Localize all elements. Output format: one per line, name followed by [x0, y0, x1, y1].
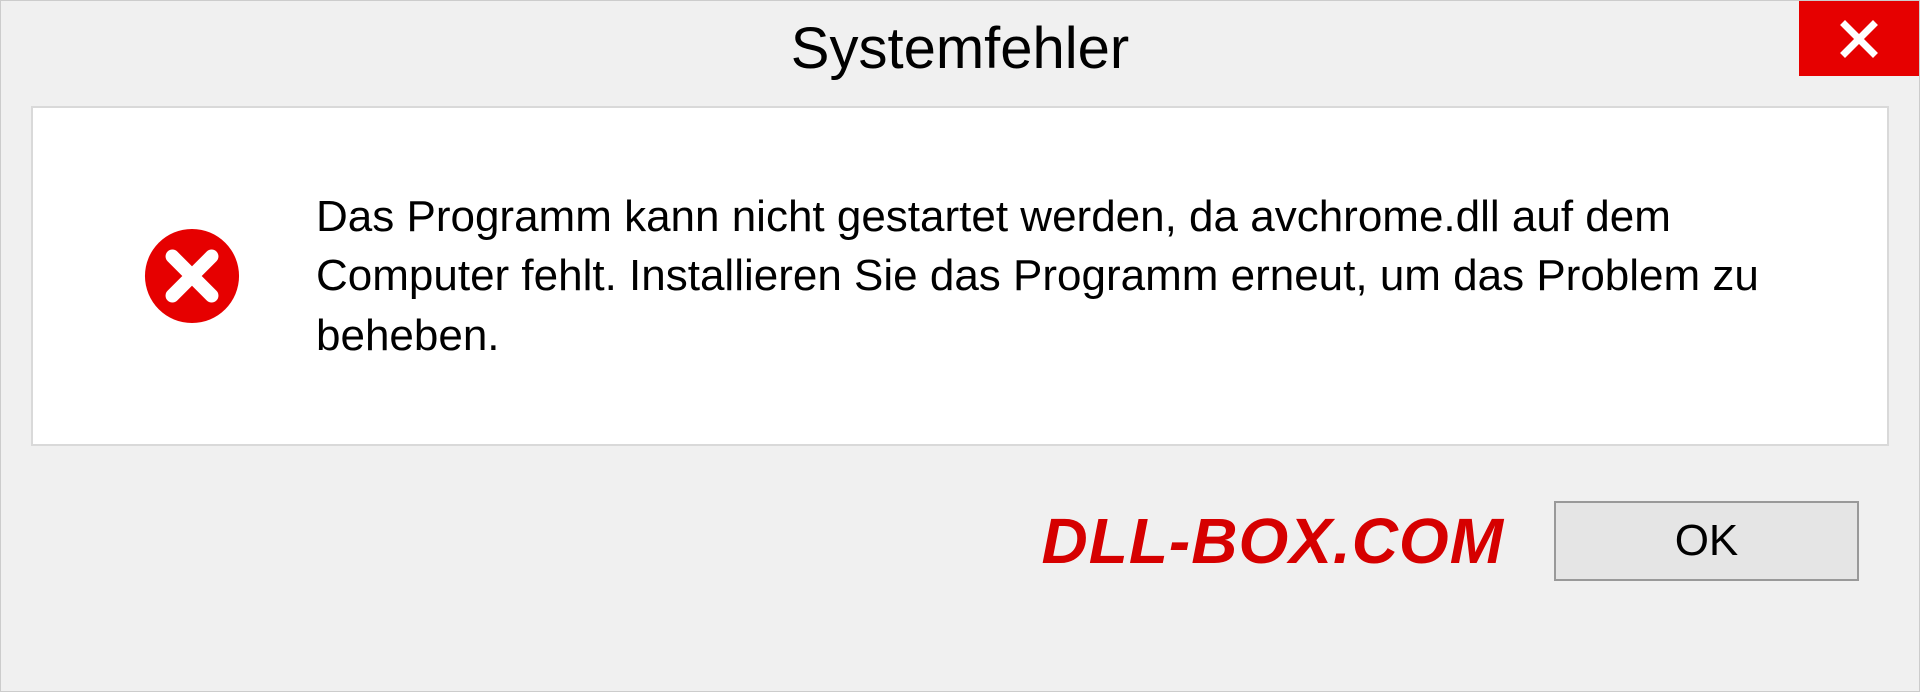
content-area: Das Programm kann nicht gestartet werden…	[31, 106, 1889, 446]
error-dialog: Systemfehler Das Programm kann nicht ges…	[0, 0, 1920, 692]
close-button[interactable]	[1799, 1, 1919, 76]
dialog-title: Systemfehler	[791, 15, 1129, 82]
error-message: Das Programm kann nicht gestartet werden…	[316, 187, 1827, 365]
watermark-text: DLL-BOX.COM	[1042, 504, 1505, 578]
titlebar: Systemfehler	[1, 1, 1919, 96]
error-icon	[143, 227, 241, 325]
ok-button[interactable]: OK	[1554, 501, 1859, 581]
close-icon	[1838, 18, 1880, 60]
footer: DLL-BOX.COM OK	[1, 476, 1919, 581]
